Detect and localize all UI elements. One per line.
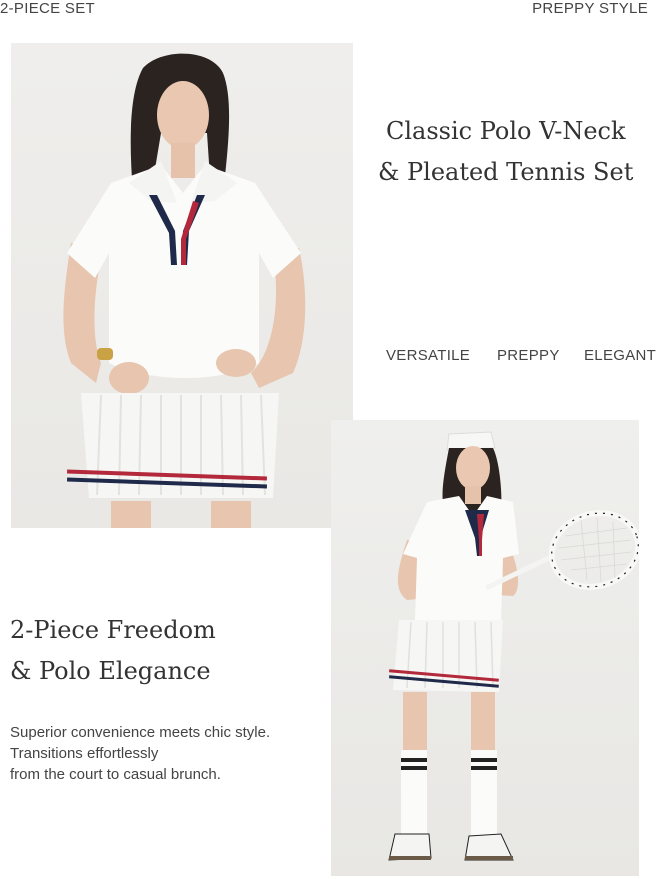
description-line-1: Superior convenience meets chic style. <box>10 724 271 741</box>
model-photo-racket <box>331 420 639 876</box>
feature-headline-line-2: & Polo Elegance <box>10 657 211 685</box>
tag-versatile: VERSATILE <box>386 347 471 364</box>
tag-elegant: ELEGANT <box>584 347 657 364</box>
feature-description: Superior convenience meets chic style. T… <box>10 722 270 785</box>
description-line-2: Transitions effortlessly <box>10 745 159 762</box>
feature-headline: 2-Piece Freedom & Polo Elegance <box>10 610 216 692</box>
set-type-label: 2-PIECE SET <box>0 0 95 17</box>
feature-headline-line-1: 2-Piece Freedom <box>10 616 216 644</box>
tag-preppy: PREPPY <box>497 347 560 364</box>
product-headline-line-1: Classic Polo V-Neck <box>386 117 626 145</box>
product-headline: Classic Polo V-Neck & Pleated Tennis Set <box>378 111 633 193</box>
model-photo-front <box>11 43 353 528</box>
description-line-3: from the court to casual brunch. <box>10 766 221 783</box>
product-headline-line-2: & Pleated Tennis Set <box>378 158 634 186</box>
style-label: PREPPY STYLE <box>532 0 648 17</box>
